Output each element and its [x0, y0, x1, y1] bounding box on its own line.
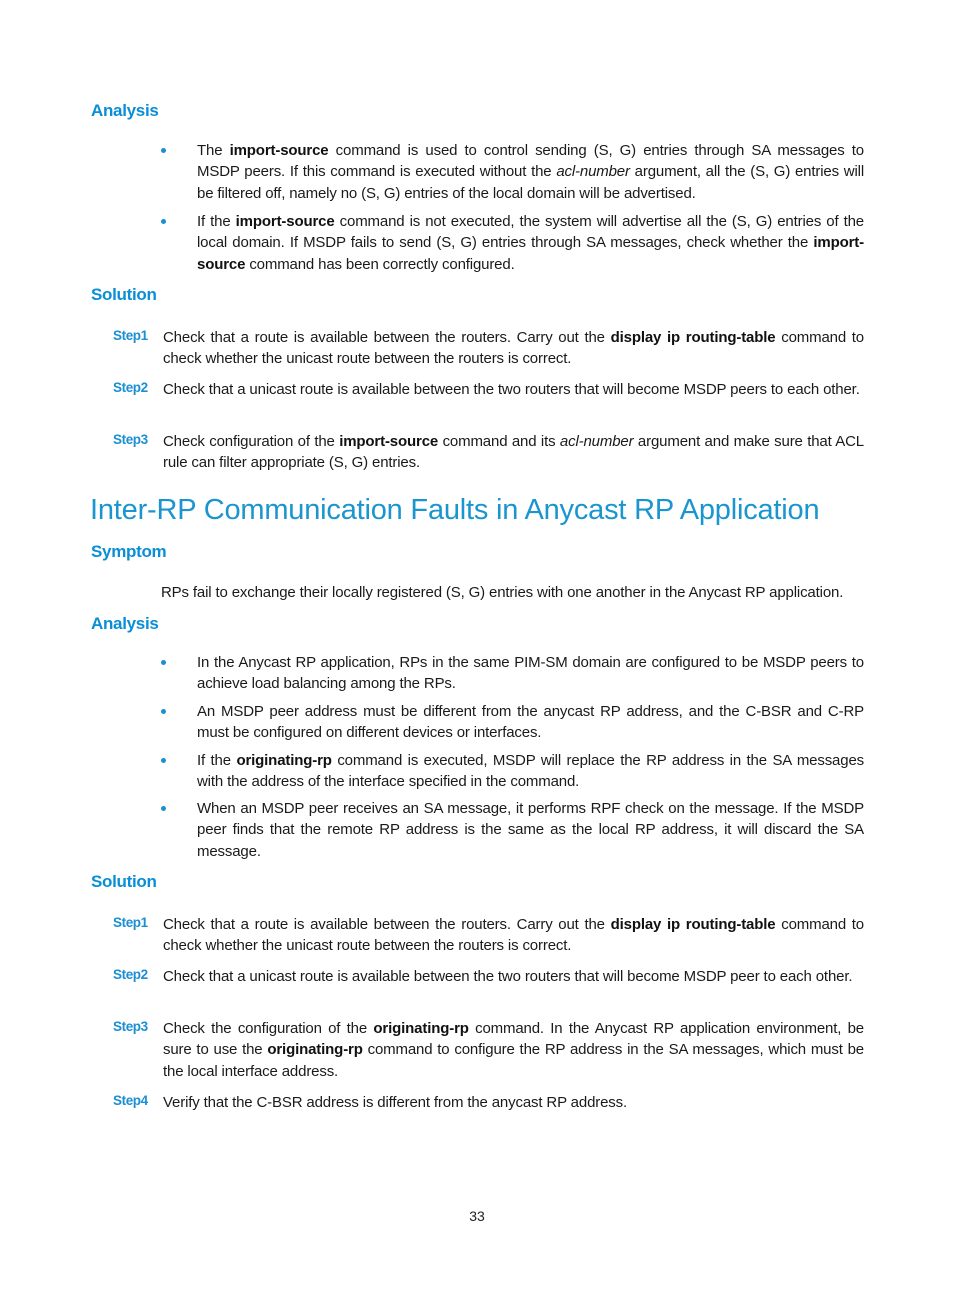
- step-item: Step1 Check that a route is available be…: [113, 327, 864, 370]
- step-text: Check that a unicast route is available …: [163, 968, 853, 985]
- step-label: Step4: [113, 1093, 148, 1108]
- step-label: Step1: [113, 915, 148, 930]
- bullet-text: An MSDP peer address must be different f…: [197, 703, 864, 742]
- command-keyword: originating-rp: [373, 1020, 469, 1037]
- bullet-text: If the import-source command is not exec…: [197, 213, 864, 273]
- command-keyword: import-source: [339, 433, 439, 450]
- bullet-icon: [161, 709, 166, 714]
- bullet-icon: [161, 758, 166, 763]
- section-heading-analysis: Analysis: [91, 614, 159, 633]
- bullet-text: If the originating-rp command is execute…: [197, 752, 864, 791]
- symptom-text: RPs fail to exchange their locally regis…: [161, 584, 844, 601]
- section-heading-solution: Solution: [91, 285, 157, 304]
- bullet-item: If the originating-rp command is execute…: [161, 750, 864, 793]
- bullet-text: When an MSDP peer receives an SA message…: [197, 800, 864, 860]
- step-label: Step2: [113, 380, 148, 395]
- command-keyword: import-source: [229, 142, 329, 159]
- step-text: Check that a unicast route is available …: [163, 381, 860, 398]
- section-heading-analysis: Analysis: [91, 101, 159, 120]
- page-number: 33: [469, 1208, 485, 1224]
- step-label: Step3: [113, 432, 148, 447]
- command-keyword: import-source: [197, 234, 864, 273]
- chapter-title: Inter-RP Communication Faults in Anycast…: [90, 494, 820, 526]
- step-text: Check the configuration of the originati…: [163, 1020, 864, 1080]
- argument-name: acl-number: [556, 163, 630, 181]
- step-item: Step4 Verify that the C-BSR address is d…: [113, 1092, 864, 1113]
- step-item: Step1 Check that a route is available be…: [113, 914, 864, 957]
- bullet-item: In the Anycast RP application, RPs in th…: [161, 652, 864, 695]
- command-keyword: display ip routing-table: [610, 329, 776, 346]
- bullet-text: In the Anycast RP application, RPs in th…: [197, 654, 864, 693]
- step-item: Step3 Check configuration of the import-…: [113, 431, 864, 474]
- bullet-icon: [161, 806, 166, 811]
- step-text: Verify that the C-BSR address is differe…: [163, 1094, 628, 1111]
- document-page: Analysis The import-source command is us…: [0, 0, 954, 1294]
- section-heading-solution: Solution: [91, 872, 157, 891]
- step-label: Step2: [113, 967, 148, 982]
- bullet-item: The import-source command is used to con…: [161, 140, 864, 204]
- bullet-item: If the import-source command is not exec…: [161, 211, 864, 275]
- bullet-item: An MSDP peer address must be different f…: [161, 701, 864, 744]
- section-heading-symptom: Symptom: [91, 542, 167, 561]
- command-keyword: originating-rp: [267, 1041, 363, 1059]
- command-keyword: originating-rp: [236, 752, 332, 769]
- bullet-icon: [161, 148, 166, 153]
- step-item: Step2 Check that a unicast route is avai…: [113, 966, 864, 987]
- step-label: Step3: [113, 1019, 148, 1034]
- command-keyword: display ip routing-table: [610, 916, 776, 933]
- bullet-text: The import-source command is used to con…: [197, 142, 864, 202]
- bullet-icon: [161, 219, 166, 224]
- step-item: Step3 Check the configuration of the ori…: [113, 1018, 864, 1082]
- argument-name: acl-number: [559, 433, 634, 450]
- step-text: Check that a route is available between …: [163, 329, 864, 368]
- bullet-icon: [161, 660, 166, 665]
- bullet-item: When an MSDP peer receives an SA message…: [161, 798, 864, 862]
- step-text: Check that a route is available between …: [163, 916, 864, 955]
- step-label: Step1: [113, 328, 148, 343]
- step-text: Check configuration of the import-source…: [163, 433, 864, 472]
- step-item: Step2 Check that a unicast route is avai…: [113, 379, 864, 400]
- command-keyword: import-source: [235, 213, 335, 230]
